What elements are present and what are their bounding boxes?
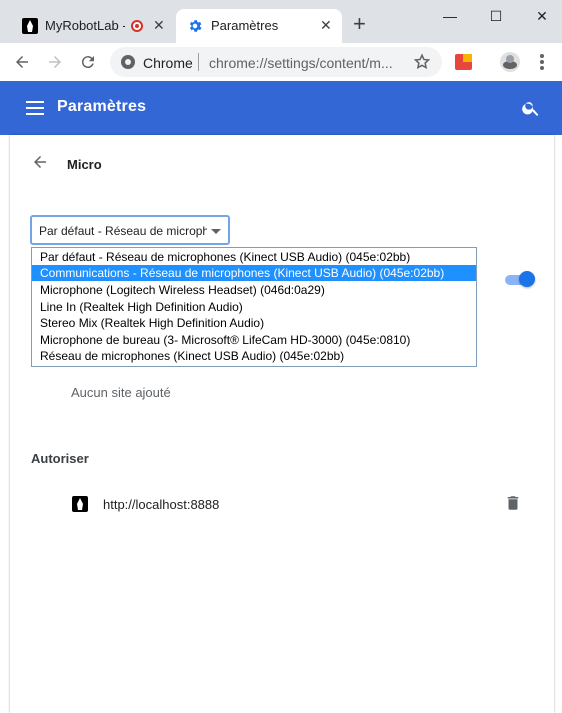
myrobotlab-icon xyxy=(22,18,38,34)
search-icon[interactable] xyxy=(521,98,541,123)
menu-kebab-icon[interactable] xyxy=(540,54,544,70)
close-tab-icon[interactable]: ✕ xyxy=(153,17,165,34)
scheme-label: Chrome xyxy=(143,55,193,71)
microphone-dropdown-list: Par défaut - Réseau de microphones (Kine… xyxy=(31,247,477,367)
settings-card: Micro Par défaut - Réseau de micropho Au… xyxy=(10,135,554,713)
url-text[interactable]: chrome://settings/content/m... xyxy=(209,55,393,71)
ask-before-access-toggle[interactable] xyxy=(505,271,535,287)
subpage-title: Micro xyxy=(67,157,102,172)
trash-icon[interactable] xyxy=(504,494,522,517)
dropdown-option[interactable]: Stereo Mix (Realtek High Definition Audi… xyxy=(32,315,476,331)
allowed-site-row[interactable]: http://localhost:8888 xyxy=(10,485,554,521)
chevron-down-icon xyxy=(211,229,221,234)
dropdown-option-highlighted[interactable]: Communications - Réseau de microphones (… xyxy=(32,265,476,281)
bookmark-star-icon[interactable] xyxy=(413,53,431,76)
back-button[interactable] xyxy=(10,50,34,74)
avatar[interactable] xyxy=(500,52,520,72)
dropdown-option[interactable]: Par défaut - Réseau de microphones (Kine… xyxy=(32,249,476,265)
tab-title: Paramètres xyxy=(211,18,279,33)
site-url: http://localhost:8888 xyxy=(103,497,220,512)
arrow-back-icon xyxy=(16,56,28,68)
page-title: Paramètres xyxy=(57,98,147,115)
close-window-button[interactable]: ✕ xyxy=(527,6,557,26)
tab-myrobotlab[interactable]: MyRobotLab - ✕ xyxy=(10,9,176,43)
dropdown-option[interactable]: Microphone de bureau (3- Microsoft® Life… xyxy=(32,332,476,348)
myrobotlab-icon xyxy=(72,496,88,512)
maximize-button[interactable]: ☐ xyxy=(481,6,511,26)
hamburger-menu-icon[interactable] xyxy=(26,100,44,121)
settings-gear-icon xyxy=(187,18,203,39)
reload-button[interactable] xyxy=(76,50,100,74)
tab-strip: MyRobotLab - ✕ Paramètres ✕ + — ☐ ✕ xyxy=(0,0,562,43)
tab-parametres[interactable]: Paramètres ✕ xyxy=(176,9,342,43)
browser-toolbar: Chrome chrome://settings/content/m... xyxy=(0,43,562,82)
tab-title: MyRobotLab - xyxy=(45,18,125,33)
forward-button[interactable] xyxy=(43,50,67,74)
extension-icon[interactable] xyxy=(455,54,472,70)
minimize-button[interactable]: — xyxy=(435,6,465,26)
select-value: Par défaut - Réseau de micropho xyxy=(39,224,207,238)
no-site-text: Aucun site ajouté xyxy=(71,385,171,400)
allow-heading: Autoriser xyxy=(31,451,89,466)
divider xyxy=(198,53,199,71)
arrow-forward-icon xyxy=(49,56,61,68)
dropdown-option[interactable]: Réseau de microphones (Kinect USB Audio)… xyxy=(32,348,476,364)
new-tab-button[interactable]: + xyxy=(353,12,366,36)
reload-icon xyxy=(81,56,94,69)
recording-icon xyxy=(131,20,143,32)
dropdown-option[interactable]: Line In (Realtek High Definition Audio) xyxy=(32,299,476,315)
back-arrow-icon[interactable] xyxy=(31,153,49,176)
settings-header: Paramètres xyxy=(0,81,562,135)
microphone-select[interactable]: Par défaut - Réseau de micropho xyxy=(30,215,230,245)
close-tab-icon[interactable]: ✕ xyxy=(320,17,332,34)
dropdown-option[interactable]: Microphone (Logitech Wireless Headset) (… xyxy=(32,282,476,298)
address-bar[interactable]: Chrome chrome://settings/content/m... xyxy=(110,47,442,77)
chrome-icon xyxy=(121,55,135,69)
